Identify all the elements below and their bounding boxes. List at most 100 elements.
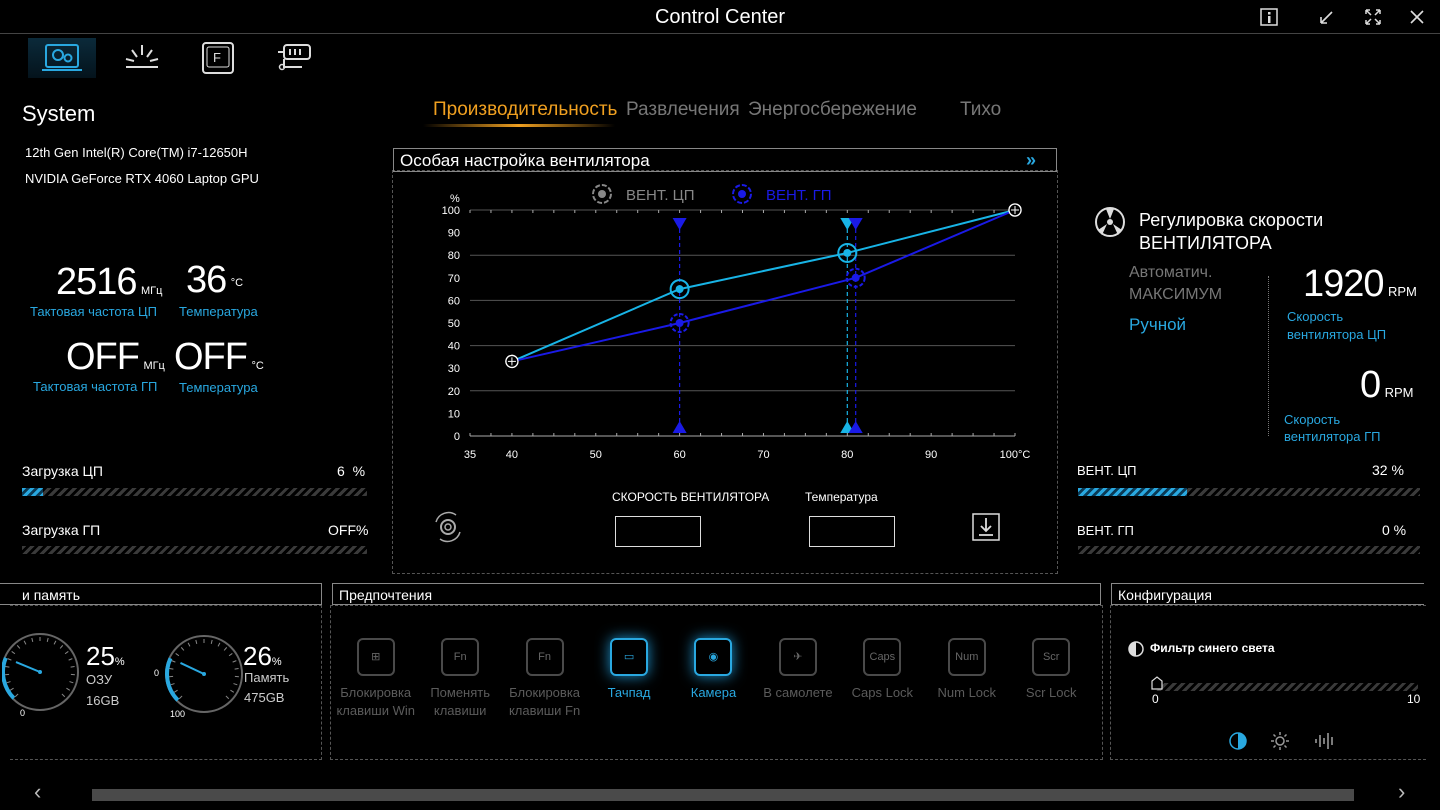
gpu-rpm-value: 0 <box>1360 364 1381 406</box>
cpu-rpm-readout: 1920 RPM <box>1303 263 1417 306</box>
cpu-clock-value: 2516 <box>56 261 138 303</box>
cpu-clock-readout: 2516 МГц <box>56 261 162 304</box>
ram-percent-readout: 25% <box>86 641 125 672</box>
x-tick-label: 80 <box>841 449 853 461</box>
gpu-temp-value: OFF <box>174 336 248 378</box>
x-tick-label: 90 <box>925 449 937 461</box>
pref-label: Блокировка <box>509 685 581 700</box>
touchpad-icon: ▭ <box>610 638 649 676</box>
fan-curve-chart[interactable]: ВЕНТ. ЦП ВЕНТ. ГП% 0 10 20 30 40 50 60 70 80 90 100 3… <box>392 172 1056 472</box>
gpu-clock-readout: OFF МГц <box>66 336 165 379</box>
storage-gauge <box>165 635 243 713</box>
pref-item-7[interactable]: Num Num Lock <box>927 638 1006 720</box>
gauge-tick <box>16 645 21 649</box>
pref-item-2[interactable]: Fn Блокировка клавиши Fn <box>505 638 584 720</box>
cpu-rpm-unit: RPM <box>1388 284 1417 299</box>
nav-keyboard[interactable]: F <box>184 38 252 78</box>
gauge-tick <box>53 640 57 645</box>
pref-item-1[interactable]: Fn Поменять клавиши <box>420 638 499 720</box>
gauge-tick <box>23 640 27 645</box>
pref-item-4[interactable]: ◉ Камера <box>674 638 753 720</box>
gpu-load-readout: OFF% <box>328 522 368 538</box>
mode-manual-option[interactable]: Ручной <box>1129 315 1186 335</box>
gpu-load-bar <box>22 546 367 554</box>
blue-light-filter-label: Фильтр синего света <box>1150 641 1275 655</box>
fan-panel-header: Особая настройка вентилятора <box>393 148 1057 172</box>
cpu-clock-unit: МГц <box>141 285 163 297</box>
gauge-tick <box>69 681 74 684</box>
brightness-icon <box>1271 732 1289 750</box>
y-tick-label: 80 <box>448 250 460 262</box>
brightness-button[interactable] <box>1270 731 1290 756</box>
gpu-rpm-readout: 0 RPM <box>1360 364 1413 407</box>
fan-speed-input[interactable] <box>615 516 701 547</box>
tab-quiet[interactable]: Тихо <box>960 99 1001 121</box>
tab-active-underline <box>423 124 615 127</box>
fan-panel-title: Особая настройка вентилятора <box>400 151 650 170</box>
cpu-temp-unit: °C <box>230 277 244 289</box>
pref-label: Камера <box>690 685 737 700</box>
tab-entertainment[interactable]: Развлечения <box>626 99 740 121</box>
blue-light-slider[interactable] <box>1156 683 1418 691</box>
gauge-tick <box>68 658 73 661</box>
nav-lighting[interactable] <box>108 38 176 78</box>
pref-item-0[interactable]: ⊞ Блокировка клавиши Win <box>336 638 415 720</box>
tab-power-saving[interactable]: Энергосбережение <box>748 99 917 121</box>
info-button[interactable] <box>1256 4 1282 30</box>
system-heading: System <box>22 101 96 126</box>
pref-item-3[interactable]: ▭ Тачпад <box>589 638 668 720</box>
minimize-button[interactable] <box>1314 4 1340 30</box>
blue-light-mode-button[interactable] <box>1228 731 1248 756</box>
pref-item-8[interactable]: Scr Scr Lock <box>1012 638 1091 720</box>
y-tick-label: 30 <box>448 363 460 375</box>
gpu-rpm-unit: RPM <box>1384 385 1414 400</box>
storage-size: 475GB <box>244 690 285 705</box>
nav-power[interactable] <box>260 38 328 78</box>
gauge-tick <box>217 642 221 647</box>
title-divider <box>0 33 1440 34</box>
svg-text:F: F <box>213 50 221 65</box>
audio-button[interactable] <box>1314 731 1336 756</box>
mode-max-option[interactable]: МАКСИМУМ <box>1129 286 1222 304</box>
ram-percent-unit: % <box>114 656 125 668</box>
pref-item-6[interactable]: Caps Caps Lock <box>843 638 922 720</box>
window-title: Control Center <box>654 6 786 28</box>
scroll-right-arrow-icon[interactable]: › <box>1398 779 1405 805</box>
scroll-left-arrow-icon[interactable]: ‹ <box>34 779 41 805</box>
y-tick-label: 100 <box>442 205 460 217</box>
gauge-tick <box>234 668 239 670</box>
y-axis-label: % <box>450 193 460 205</box>
gpu-fan-label: ВЕНТ. ГП <box>1077 523 1134 538</box>
cpu-load-bar-fill <box>22 488 43 496</box>
gauge-tick <box>195 639 198 644</box>
gauge-tick <box>5 666 10 668</box>
tab-performance[interactable]: Производительность <box>433 99 617 121</box>
gauge-tick <box>210 639 213 644</box>
storage-label: Память <box>244 670 290 685</box>
gauge-tick <box>64 651 69 655</box>
series-line-1 <box>511 209 1016 363</box>
save-curve-button[interactable] <box>971 512 1001 547</box>
pref-label-2: клавиши Fn <box>508 703 581 718</box>
gauge-hub <box>202 672 206 676</box>
expand-chevron-icon[interactable]: » <box>1026 150 1036 171</box>
horizontal-scrollbar[interactable] <box>92 789 1354 801</box>
legend-cpu-dot <box>598 190 606 198</box>
close-button[interactable] <box>1404 4 1430 30</box>
temperature-input[interactable] <box>809 516 895 547</box>
nav-system[interactable] <box>28 38 96 78</box>
pref-item-5[interactable]: ✈ В самолете <box>758 638 837 720</box>
pref-label: Num Lock <box>937 685 997 700</box>
storage-percent-readout: 26% <box>243 641 282 672</box>
reset-curve-button[interactable] <box>430 510 466 549</box>
gpu-rpm-label-1: Скорость <box>1284 412 1341 427</box>
cpu-load-value: 6 <box>337 463 345 479</box>
storage-percent-value: 26 <box>243 641 272 671</box>
mode-auto-option[interactable]: Автоматич. <box>1129 264 1212 282</box>
gauge-tick <box>6 681 11 684</box>
close-icon <box>1410 10 1424 24</box>
cpu-temp-value: 36 <box>186 259 227 301</box>
gauge-tick <box>232 660 237 663</box>
maximize-button[interactable] <box>1360 4 1386 30</box>
fn-lock-icon: Fn <box>525 638 564 676</box>
